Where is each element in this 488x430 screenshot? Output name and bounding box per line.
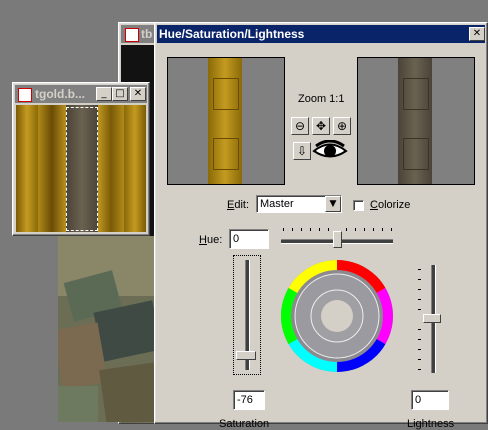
dialog-close-button[interactable]: ✕ [469,27,485,41]
image-window: tgold.b... _ □ ✕ [12,82,150,236]
lightness-input[interactable]: 0 [411,390,449,410]
hue-slider-thumb[interactable] [333,231,342,248]
hsl-dialog-titlebar[interactable]: Hue/Saturation/Lightness [157,25,485,43]
color-wheel[interactable] [279,258,395,374]
lightness-input-value: 0 [415,394,422,406]
aerial-photo [58,236,154,422]
saturation-slider-thumb[interactable] [236,351,256,360]
hue-input[interactable]: 0 [229,229,269,249]
hsl-dialog: Hue/Saturation/Lightness ✕ Zoom 1:1 ⊖ ✥ … [154,22,488,430]
zoom-label: Zoom 1:1 [298,93,345,105]
close-button[interactable]: ✕ [130,87,146,101]
colorize-checkbox[interactable] [353,200,364,211]
hue-slider[interactable] [279,223,395,249]
edit-select[interactable]: Master ▼ [256,195,342,213]
selection-marquee[interactable] [66,107,98,231]
lightness-label: Lightness [407,418,455,430]
hsl-dialog-title: Hue/Saturation/Lightness [159,27,305,41]
saturation-input-value: -76 [237,394,253,406]
zoom-fit-button[interactable]: ✥ [312,117,330,135]
app-icon [18,88,32,102]
edit-label: Edit: [227,199,250,211]
preview-after[interactable] [357,57,475,185]
edit-select-value: Master [260,198,294,210]
image-window-title: tgold.b... [35,87,85,101]
hue-label: Hue: [199,234,223,246]
saturation-slider[interactable] [233,255,261,375]
hue-input-value: 0 [233,233,240,245]
image-canvas[interactable] [16,105,146,232]
minimize-button[interactable]: _ [96,87,112,101]
background-window-title: tb [141,27,153,41]
colorize-label: Colorize [370,199,411,211]
zoom-out-button[interactable]: ⊖ [291,117,309,135]
eye-icon[interactable] [312,139,348,162]
zoom-in-button[interactable]: ⊕ [333,117,351,135]
saturation-input[interactable]: -76 [233,390,265,410]
app-icon [125,28,139,42]
lightness-slider[interactable] [415,263,443,375]
lightness-slider-thumb[interactable] [423,314,441,323]
saturation-label: Saturation [219,418,270,430]
maximize-button[interactable]: □ [112,87,128,101]
preview-before[interactable] [167,57,285,185]
chevron-down-icon[interactable]: ▼ [325,196,341,212]
pan-button[interactable]: ⇩ [293,142,311,160]
